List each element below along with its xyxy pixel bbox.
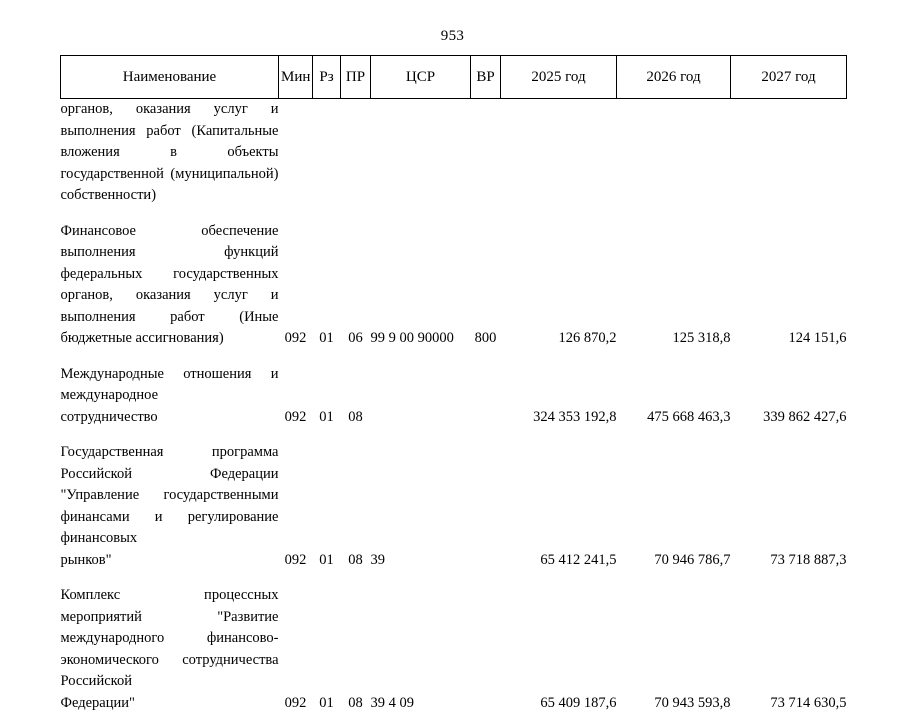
row-spacer-cell — [61, 207, 847, 221]
cell-csr — [371, 99, 471, 207]
cell-amount-2027 — [731, 99, 847, 207]
cell-rz: 01 — [313, 221, 341, 350]
table-row: Государственная программа Российской Фед… — [61, 442, 847, 571]
table-header: Наименование Мин Рз ПР ЦСР ВР 2025 год 2… — [61, 56, 847, 99]
cell-amount-2026: 70 943 593,8 — [617, 585, 731, 714]
cell-vr — [471, 99, 501, 207]
column-header-year-2026: 2026 год — [617, 56, 731, 99]
cell-name-text: органов, оказания услуг и выполнения раб… — [61, 99, 279, 207]
cell-name-last-line: бюджетные ассигнования) — [61, 328, 279, 350]
cell-name: Государственная программа Российской Фед… — [61, 442, 279, 571]
cell-amount-2026: 70 946 786,7 — [617, 442, 731, 571]
cell-pr: 08 — [341, 585, 371, 714]
cell-name-last-line: рынков" — [61, 550, 279, 572]
cell-name: органов, оказания услуг и выполнения раб… — [61, 99, 279, 207]
cell-vr — [471, 585, 501, 714]
row-spacer-cell — [61, 428, 847, 442]
cell-min: 092 — [279, 364, 313, 429]
cell-csr: 99 9 00 90000 — [371, 221, 471, 350]
cell-name: Комплекс процессных мероприятий "Развити… — [61, 585, 279, 714]
table-row: Финансовое обеспечение выполнения функци… — [61, 221, 847, 350]
cell-vr — [471, 364, 501, 429]
cell-csr: 39 — [371, 442, 471, 571]
document-page: 953 Наименование Мин Рз ПР ЦСР ВР 2025 г… — [0, 0, 905, 640]
row-spacer-cell — [61, 571, 847, 585]
cell-amount-2025: 65 412 241,5 — [501, 442, 617, 571]
column-header-vr: ВР — [471, 56, 501, 99]
cell-rz: 01 — [313, 364, 341, 429]
cell-amount-2027: 73 718 887,3 — [731, 442, 847, 571]
table-header-row: Наименование Мин Рз ПР ЦСР ВР 2025 год 2… — [61, 56, 847, 99]
column-header-year-2027: 2027 год — [731, 56, 847, 99]
cell-amount-2027: 124 151,6 — [731, 221, 847, 350]
row-spacer — [61, 350, 847, 364]
cell-name-last-line: собственности) — [61, 185, 279, 207]
cell-name: Финансовое обеспечение выполнения функци… — [61, 221, 279, 350]
cell-pr — [341, 99, 371, 207]
cell-vr: 800 — [471, 221, 501, 350]
cell-amount-2025: 324 353 192,8 — [501, 364, 617, 429]
column-header-name: Наименование — [61, 56, 279, 99]
table-row: Комплекс процессных мероприятий "Развити… — [61, 585, 847, 714]
cell-name-last-line: сотрудничество — [61, 407, 279, 429]
table-row: органов, оказания услуг и выполнения раб… — [61, 99, 847, 207]
cell-name: Международные отношения и международное … — [61, 364, 279, 429]
page-number: 953 — [0, 28, 905, 45]
cell-rz — [313, 99, 341, 207]
column-header-rz: Рз — [313, 56, 341, 99]
table-body: органов, оказания услуг и выполнения раб… — [61, 99, 847, 714]
cell-vr — [471, 442, 501, 571]
cell-pr: 06 — [341, 221, 371, 350]
cell-name-text: Финансовое обеспечение выполнения функци… — [61, 221, 279, 350]
cell-name-last-line: Федерации" — [61, 693, 279, 714]
cell-pr: 08 — [341, 364, 371, 429]
cell-pr: 08 — [341, 442, 371, 571]
cell-min — [279, 99, 313, 207]
cell-amount-2026: 125 318,8 — [617, 221, 731, 350]
row-spacer — [61, 428, 847, 442]
cell-name-text: Международные отношения и международное … — [61, 364, 279, 429]
column-header-csr: ЦСР — [371, 56, 471, 99]
column-header-year-2025: 2025 год — [501, 56, 617, 99]
cell-rz: 01 — [313, 442, 341, 571]
cell-csr: 39 4 09 — [371, 585, 471, 714]
cell-min: 092 — [279, 585, 313, 714]
column-header-pr: ПР — [341, 56, 371, 99]
budget-appropriations-table: Наименование Мин Рз ПР ЦСР ВР 2025 год 2… — [60, 55, 847, 714]
cell-amount-2025: 126 870,2 — [501, 221, 617, 350]
cell-amount-2026 — [617, 99, 731, 207]
row-spacer — [61, 207, 847, 221]
cell-csr — [371, 364, 471, 429]
cell-amount-2025 — [501, 99, 617, 207]
cell-rz: 01 — [313, 585, 341, 714]
table-row: Международные отношения и международное … — [61, 364, 847, 429]
row-spacer — [61, 571, 847, 585]
cell-amount-2026: 475 668 463,3 — [617, 364, 731, 429]
cell-min: 092 — [279, 442, 313, 571]
row-spacer-cell — [61, 350, 847, 364]
cell-min: 092 — [279, 221, 313, 350]
cell-name-text: Комплекс процессных мероприятий "Развити… — [61, 585, 279, 714]
column-header-min: Мин — [279, 56, 313, 99]
cell-amount-2027: 339 862 427,6 — [731, 364, 847, 429]
cell-name-text: Государственная программа Российской Фед… — [61, 442, 279, 571]
cell-amount-2025: 65 409 187,6 — [501, 585, 617, 714]
cell-amount-2027: 73 714 630,5 — [731, 585, 847, 714]
